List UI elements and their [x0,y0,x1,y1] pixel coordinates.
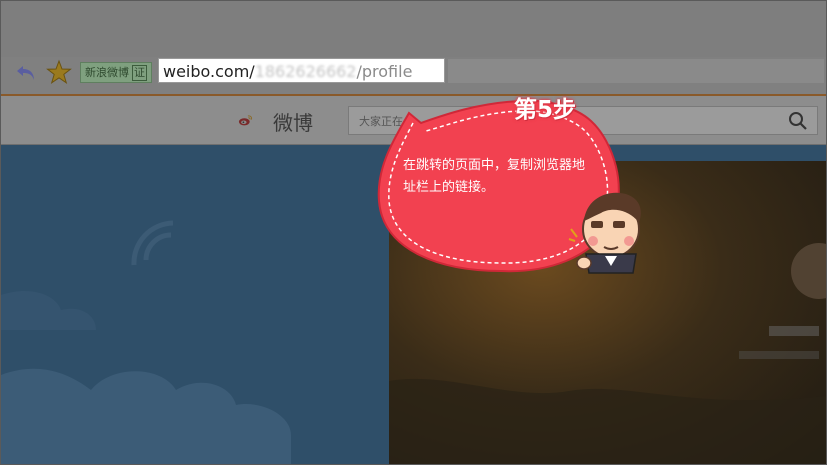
decorative-clouds [1,220,291,464]
site-identity-badge[interactable]: 新浪微博证 [80,62,152,83]
avatar [791,243,826,299]
toolbar-empty-area [448,59,824,83]
profile-left-background [1,145,389,464]
site-badge-label: 新浪微博 [85,66,129,79]
back-arrow-icon[interactable] [14,61,38,85]
callout-instruction: 在跳转的页面中，复制浏览器地址栏上的链接。 [403,158,586,195]
profile-cover-image [389,161,826,464]
address-bar[interactable]: weibo.com/1862626662/profile [158,58,445,83]
search-placeholder: 大家正在 [359,115,403,128]
url-hidden-id: 1862626662 [254,62,357,81]
url-path: /profile [356,62,413,81]
favorite-star-icon[interactable] [46,59,72,85]
browser-chrome-top [1,1,826,57]
certificate-label: 证 [132,65,147,81]
search-icon[interactable] [788,111,808,131]
weibo-search-input[interactable] [348,106,818,135]
weibo-logo-icon[interactable] [238,105,274,135]
step-title: 第5步 [514,97,577,123]
url-host: weibo.com/ [163,62,255,81]
cover-decoration [389,243,826,464]
screenshot-frame: 新浪微博证 weibo.com/1862626662/profile 微博 大家… [0,0,827,465]
weibo-logo-text[interactable]: 微博 [273,107,313,136]
wifi-signal-icon [131,220,174,266]
